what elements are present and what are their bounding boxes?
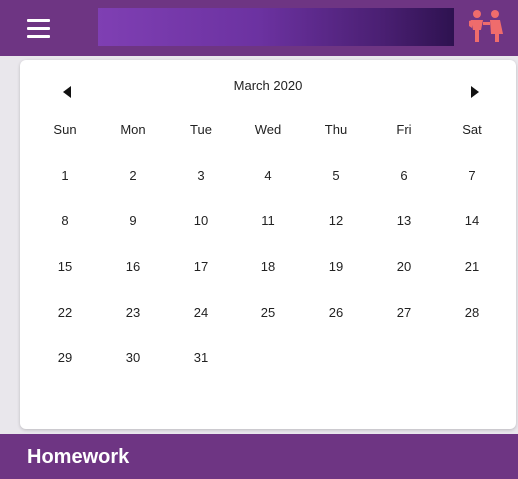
calendar-day[interactable]: 6 xyxy=(386,164,422,188)
calendar-day[interactable]: 26 xyxy=(318,301,354,325)
calendar-day[interactable]: 13 xyxy=(386,209,422,233)
calendar-day[interactable]: 3 xyxy=(183,164,219,188)
calendar-day[interactable]: 5 xyxy=(318,164,354,188)
calendar-day[interactable]: 25 xyxy=(250,301,286,325)
calendar-day[interactable]: 27 xyxy=(386,301,422,325)
section-title: Homework xyxy=(27,446,130,468)
calendar-day[interactable]: 20 xyxy=(386,255,422,279)
calendar-day[interactable]: 18 xyxy=(250,255,286,279)
calendar-day[interactable]: 11 xyxy=(250,209,286,233)
calendar-day[interactable]: 14 xyxy=(454,209,490,233)
calendar-day[interactable]: 29 xyxy=(47,346,83,370)
calendar-day[interactable]: 9 xyxy=(115,209,151,233)
day-grid: 1 2 3 4 5 6 7 8 9 10 11 12 13 14 15 16 17 18 19 20 21 22 23 24 2… xyxy=(20,60,516,429)
calendar-day[interactable]: 17 xyxy=(183,255,219,279)
header-banner xyxy=(98,8,454,46)
calendar-day[interactable]: 21 xyxy=(454,255,490,279)
hamburger-menu-icon xyxy=(27,18,50,22)
section-header: Homework xyxy=(0,434,518,479)
hamburger-menu-icon xyxy=(27,26,50,30)
calendar-day[interactable]: 4 xyxy=(250,164,286,188)
calendar-day[interactable]: 28 xyxy=(454,301,490,325)
app-header xyxy=(0,0,518,56)
calendar-day[interactable]: 31 xyxy=(183,346,219,370)
calendar-day[interactable]: 10 xyxy=(183,209,219,233)
calendar-day[interactable]: 22 xyxy=(47,301,83,325)
calendar-day[interactable]: 1 xyxy=(47,164,83,188)
calendar-day[interactable]: 8 xyxy=(47,209,83,233)
calendar-day[interactable]: 16 xyxy=(115,255,151,279)
calendar: March 2020 Sun Mon Tue Wed Thu Fri Sat 1… xyxy=(20,60,516,429)
kids-icon[interactable] xyxy=(466,8,506,46)
calendar-day[interactable]: 15 xyxy=(47,255,83,279)
menu-button[interactable] xyxy=(27,14,61,42)
calendar-day[interactable]: 2 xyxy=(115,164,151,188)
calendar-day[interactable]: 7 xyxy=(454,164,490,188)
hamburger-menu-icon xyxy=(27,34,50,38)
calendar-day[interactable]: 12 xyxy=(318,209,354,233)
calendar-day[interactable]: 23 xyxy=(115,301,151,325)
calendar-day[interactable]: 30 xyxy=(115,346,151,370)
calendar-day[interactable]: 19 xyxy=(318,255,354,279)
calendar-day[interactable]: 24 xyxy=(183,301,219,325)
